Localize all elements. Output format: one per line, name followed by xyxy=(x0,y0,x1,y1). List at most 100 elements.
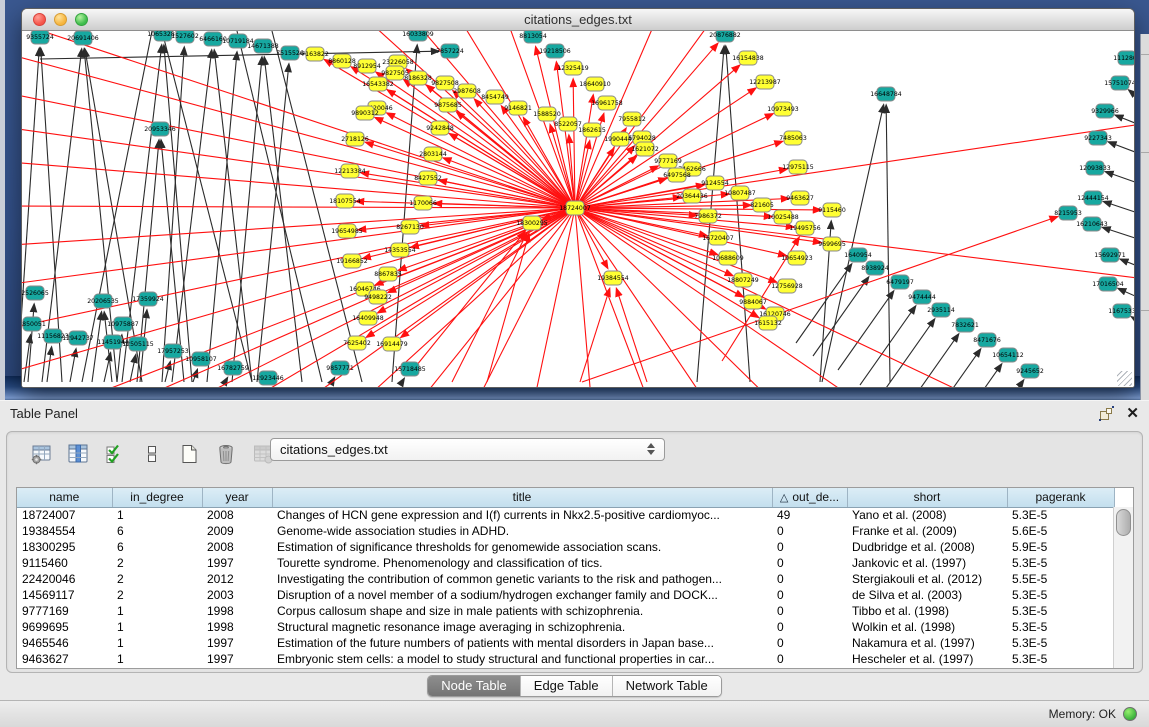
graph-node[interactable]: 8215953 xyxy=(1054,206,1082,220)
cell[interactable]: 0 xyxy=(772,635,847,651)
cell[interactable]: 5.3E-5 xyxy=(1007,603,1114,619)
cell[interactable]: 2 xyxy=(112,555,202,571)
cell[interactable]: 0 xyxy=(772,539,847,555)
cell[interactable]: 2 xyxy=(112,587,202,603)
table-row[interactable]: 1938455462009Genome-wide association stu… xyxy=(17,523,1114,539)
table-selector-dropdown[interactable]: citations_edges.txt xyxy=(270,438,665,461)
graph-node[interactable]: 2935114 xyxy=(927,303,955,317)
cell[interactable]: 0 xyxy=(772,603,847,619)
graph-node[interactable]: 8471676 xyxy=(973,333,1001,347)
graph-node[interactable]: 18640910 xyxy=(579,77,611,91)
table-row[interactable]: 2242004622012Investigating the contribut… xyxy=(17,571,1114,587)
table-row[interactable]: 946362711997Embryonic stem cells: a mode… xyxy=(17,651,1114,667)
graph-node[interactable]: 16409948 xyxy=(352,311,384,325)
cell[interactable]: Tibbo et al. (1998) xyxy=(847,603,1007,619)
graph-node[interactable]: 18107554 xyxy=(329,194,361,208)
cell[interactable]: Estimation of significance thresholds fo… xyxy=(272,539,772,555)
cell[interactable]: 0 xyxy=(772,651,847,667)
graph-node[interactable]: 1588520 xyxy=(533,107,561,121)
minimize-window-button[interactable] xyxy=(54,13,67,26)
graph-node[interactable]: 9227343 xyxy=(1084,131,1112,145)
cell[interactable]: Tourette syndrome. Phenomenology and cla… xyxy=(272,555,772,571)
graph-node[interactable]: 7625402 xyxy=(343,336,371,350)
graph-node[interactable]: 16914479 xyxy=(376,337,408,351)
cell[interactable]: 49 xyxy=(772,507,847,523)
graph-node[interactable]: 12975115 xyxy=(782,160,814,174)
graph-node[interactable]: 7163822 xyxy=(301,47,329,61)
cell[interactable]: 5.3E-5 xyxy=(1007,507,1114,523)
graph-node[interactable]: 2803144 xyxy=(419,147,447,161)
table-row[interactable]: 911546021997Tourette syndrome. Phenomeno… xyxy=(17,555,1114,571)
graph-node[interactable]: 19654923 xyxy=(781,251,813,265)
graph-node[interactable]: 9146821 xyxy=(504,101,532,115)
graph-node[interactable]: 8860128 xyxy=(328,54,356,68)
cell[interactable]: Stergiakouli et al. (2012) xyxy=(847,571,1007,587)
column-checklist-icon[interactable] xyxy=(103,442,127,466)
graph-node[interactable]: 8813054 xyxy=(519,31,547,43)
graph-node[interactable]: 1862615 xyxy=(578,123,606,137)
table-row[interactable]: 1456911722003Disruption of a novel membe… xyxy=(17,587,1114,603)
zoom-window-button[interactable] xyxy=(75,13,88,26)
graph-node[interactable]: 1527602 xyxy=(171,31,199,43)
graph-node[interactable]: 14353554 xyxy=(384,243,416,257)
cell[interactable]: 5.3E-5 xyxy=(1007,555,1114,571)
cell[interactable]: Wolkin et al. (1998) xyxy=(847,619,1007,635)
graph-node[interactable]: 19384554 xyxy=(597,271,629,285)
graph-node[interactable]: 10654112 xyxy=(992,348,1024,362)
cell[interactable]: 1 xyxy=(112,603,202,619)
graph-node[interactable]: 12756928 xyxy=(771,279,803,293)
tab-network-table[interactable]: Network Table xyxy=(613,676,721,696)
graph-node[interactable]: 9474444 xyxy=(908,290,936,304)
graph-node[interactable]: 8867835 xyxy=(374,267,402,281)
cell[interactable]: 19384554 xyxy=(17,523,112,539)
graph-node[interactable]: 15751074 xyxy=(1104,76,1135,90)
graph-node[interactable]: 9463627 xyxy=(786,191,814,205)
graph-node[interactable]: 20364436 xyxy=(676,189,708,203)
cell[interactable]: 9465546 xyxy=(17,635,112,651)
graph-node[interactable]: 12213987 xyxy=(749,75,781,89)
graph-node[interactable]: 9329966 xyxy=(1091,104,1119,118)
graph-node[interactable]: 10807487 xyxy=(724,186,756,200)
graph-node[interactable]: 9857771 xyxy=(326,361,354,375)
float-panel-icon[interactable] xyxy=(1099,406,1114,421)
column-header-short[interactable]: short xyxy=(847,488,1007,507)
column-header-year[interactable]: year xyxy=(202,488,272,507)
graph-node[interactable]: 9875685 xyxy=(434,98,462,112)
cell[interactable]: 22420046 xyxy=(17,571,112,587)
cell[interactable]: 1 xyxy=(112,619,202,635)
graph-node[interactable]: 7832621 xyxy=(951,318,979,332)
cell[interactable]: 1998 xyxy=(202,619,272,635)
cell[interactable]: 0 xyxy=(772,571,847,587)
cell[interactable]: Nakamura et al. (1997) xyxy=(847,635,1007,651)
table-row[interactable]: 1830029562008Estimation of significance … xyxy=(17,539,1114,555)
graph-node[interactable]: 12325419 xyxy=(557,61,589,75)
close-panel-icon[interactable]: ✕ xyxy=(1126,406,1139,421)
cell[interactable]: Franke et al. (2009) xyxy=(847,523,1007,539)
cell[interactable]: Embryonic stem cells: a model to study s… xyxy=(272,651,772,667)
cell[interactable]: 5.6E-5 xyxy=(1007,523,1114,539)
graph-node[interactable]: 2526065 xyxy=(22,286,49,300)
graph-node[interactable]: 10688609 xyxy=(712,251,744,265)
column-header-in_degree[interactable]: in_degree xyxy=(112,488,202,507)
table-row[interactable]: 977716911998Corpus callosum shape and si… xyxy=(17,603,1114,619)
graph-node[interactable]: 17359924 xyxy=(132,292,164,306)
show-column-icon[interactable] xyxy=(66,442,90,466)
cell[interactable]: 2 xyxy=(112,571,202,587)
cell[interactable]: 5.3E-5 xyxy=(1007,587,1114,603)
table-row[interactable]: 1872400712008Changes of HCN gene express… xyxy=(17,507,1114,523)
cell[interactable]: Structural magnetic resonance image aver… xyxy=(272,619,772,635)
graph-node[interactable]: 7485063 xyxy=(779,131,807,145)
cell[interactable]: 0 xyxy=(772,523,847,539)
graph-node[interactable]: 9115460 xyxy=(818,203,846,217)
delete-table-icon[interactable] xyxy=(214,442,238,466)
cell[interactable]: Investigating the contribution of common… xyxy=(272,571,772,587)
cell[interactable]: 9463627 xyxy=(17,651,112,667)
cell[interactable]: 2009 xyxy=(202,523,272,539)
cell[interactable]: 18300295 xyxy=(17,539,112,555)
cell[interactable]: 2012 xyxy=(202,571,272,587)
table-scrollbar-thumb[interactable] xyxy=(1116,509,1131,536)
memory-indicator-icon[interactable] xyxy=(1123,707,1137,721)
table-row[interactable]: 946554611997Estimation of the future num… xyxy=(17,635,1114,651)
graph-node[interactable]: 8938924 xyxy=(861,261,889,275)
cell[interactable]: 9699695 xyxy=(17,619,112,635)
